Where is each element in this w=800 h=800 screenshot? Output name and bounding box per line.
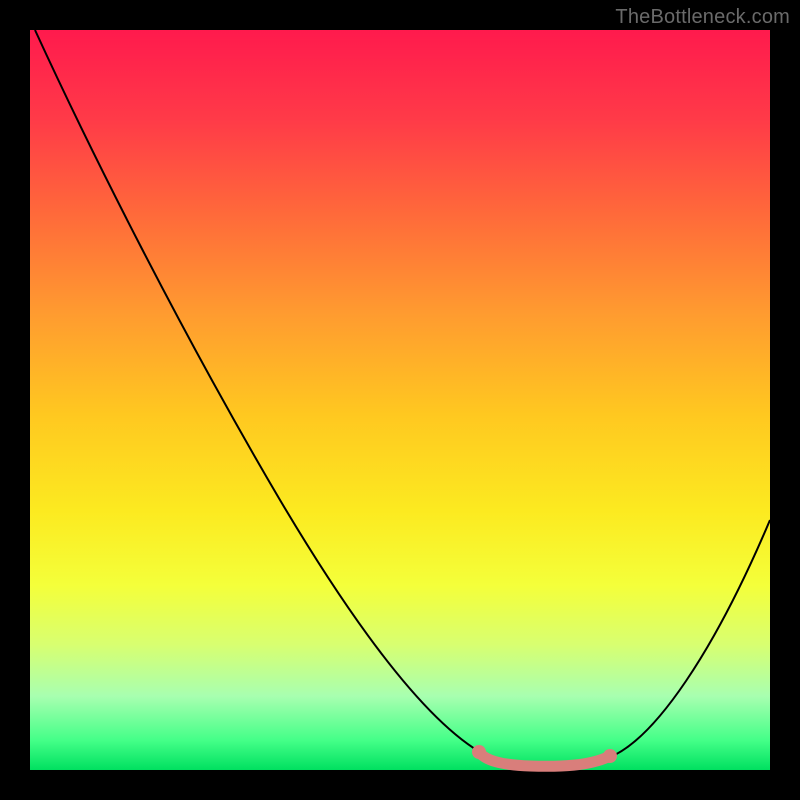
sweet-spot-segment [479,752,610,766]
attribution-text: TheBottleneck.com [615,6,790,29]
chart-svg [30,30,770,770]
chart-frame: TheBottleneck.com [0,0,800,800]
bottleneck-curve-line [35,30,770,766]
sweet-spot-end-dot [603,749,617,763]
sweet-spot-start-dot [472,745,486,759]
chart-plot-area [30,30,770,770]
